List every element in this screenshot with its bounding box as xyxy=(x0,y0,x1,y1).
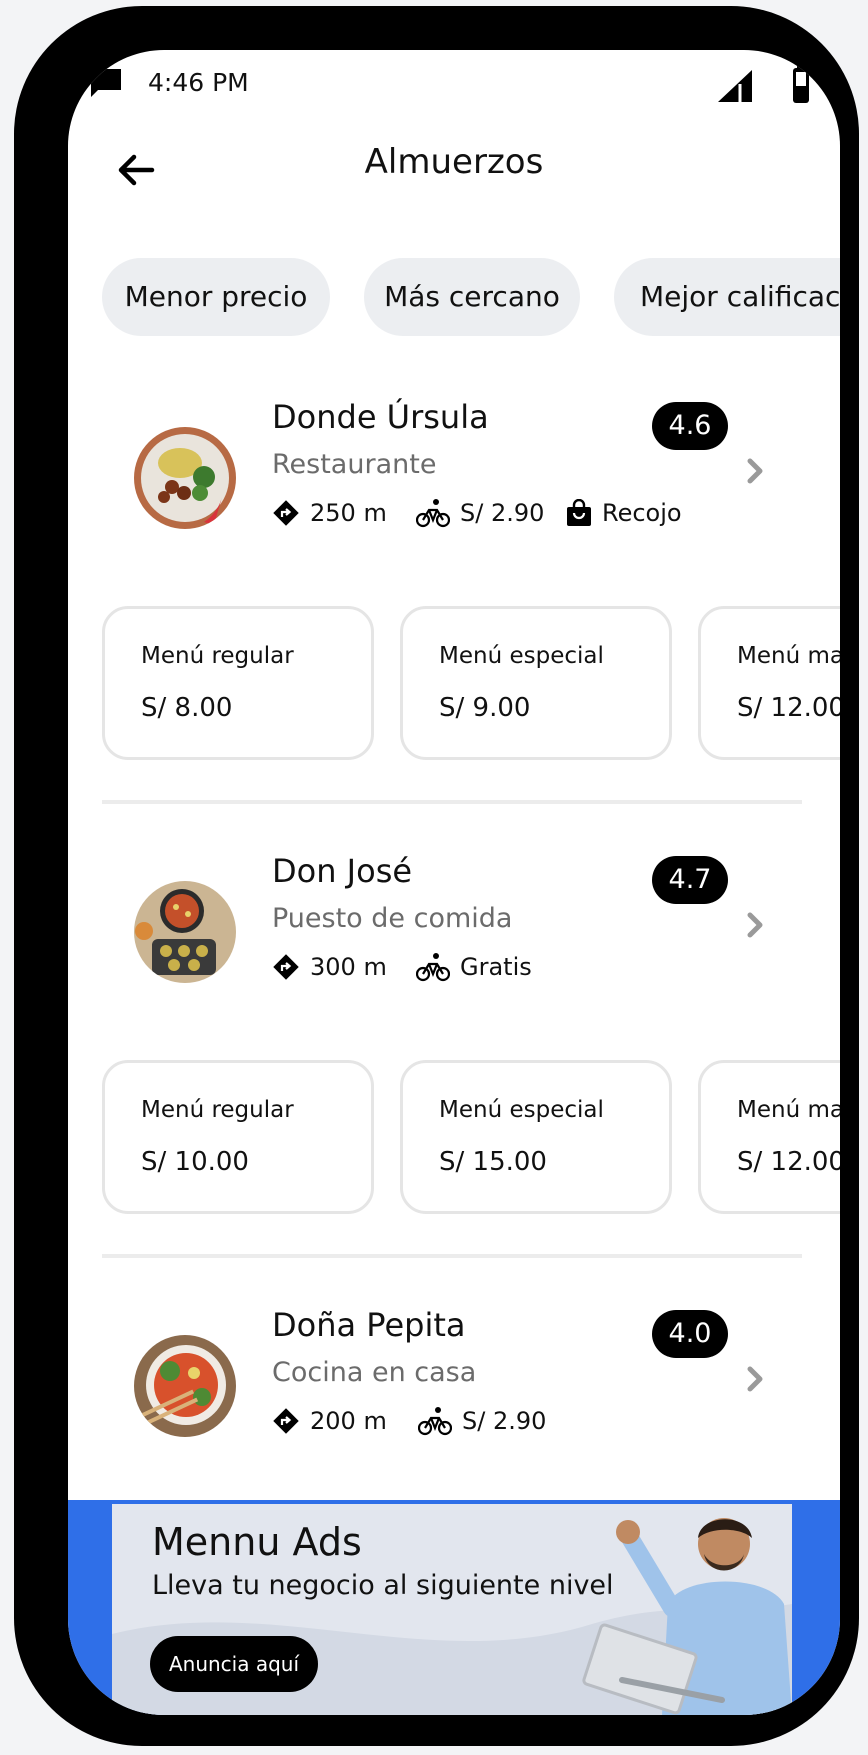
page-title: Almuerzos xyxy=(364,142,544,182)
filter-chip-best-rated[interactable]: Mejor calificación xyxy=(614,258,840,336)
pickup-value: Recojo xyxy=(602,499,682,527)
battery-icon xyxy=(793,64,809,103)
distance-value: 300 m xyxy=(310,953,387,981)
menu-name: Menú marino xyxy=(737,1097,840,1123)
bicycle-icon xyxy=(416,953,450,982)
delivery-value: S/ 2.90 xyxy=(460,499,545,527)
menu-card[interactable]: Menú marino S/ 12.00 xyxy=(698,606,840,760)
ad-subtitle: Lleva tu negocio al siguiente nivel xyxy=(152,1570,614,1601)
restaurant-card[interactable]: Doña Pepita Cocina en casa 4.0 200 m S/ … xyxy=(68,1280,840,1440)
menu-price: S/ 9.00 xyxy=(439,693,531,723)
filter-chips: Menor precio Más cercano Mejor calificac… xyxy=(102,258,840,338)
ad-banner[interactable]: Mennu Ads Lleva tu negocio al siguiente … xyxy=(68,1500,840,1715)
directions-icon xyxy=(273,1408,299,1434)
chevron-right-icon[interactable] xyxy=(744,456,766,486)
distance-info: 250 m xyxy=(272,498,387,528)
menu-card[interactable]: Menú marino S/ 12.00 xyxy=(698,1060,840,1214)
menu-price: S/ 8.00 xyxy=(141,693,233,723)
bicycle-icon xyxy=(416,499,450,528)
status-time: 4:46 PM xyxy=(148,68,249,97)
menu-name: Menú especial xyxy=(439,1097,604,1123)
delivery-info: S/ 2.90 xyxy=(416,498,544,528)
delivery-value: Gratis xyxy=(460,953,532,981)
directions-icon xyxy=(273,954,299,980)
chevron-right-icon[interactable] xyxy=(744,1364,766,1394)
divider xyxy=(102,800,802,804)
pickup-info: Recojo xyxy=(566,498,682,528)
filter-chip-lowest-price[interactable]: Menor precio xyxy=(102,258,330,336)
divider xyxy=(102,1254,802,1258)
menu-carousel: Menú regular S/ 8.00 Menú especial S/ 9.… xyxy=(102,606,840,766)
distance-info: 200 m xyxy=(272,1406,387,1436)
ad-title: Mennu Ads xyxy=(152,1520,362,1564)
restaurant-type: Cocina en casa xyxy=(272,1357,477,1388)
menu-price: S/ 10.00 xyxy=(141,1147,249,1177)
delivery-info: Gratis xyxy=(416,952,532,982)
restaurant-photo xyxy=(134,1335,236,1437)
distance-value: 250 m xyxy=(310,499,387,527)
ad-person-image xyxy=(582,1518,792,1715)
restaurant-type: Puesto de comida xyxy=(272,903,513,934)
restaurant-type: Restaurante xyxy=(272,449,437,480)
restaurant-name: Doña Pepita xyxy=(272,1306,466,1344)
restaurant-photo xyxy=(134,427,236,529)
menu-name: Menú especial xyxy=(439,643,604,669)
restaurant-photo xyxy=(134,881,236,983)
rating-badge: 4.0 xyxy=(652,1310,728,1358)
menu-card[interactable]: Menú regular S/ 10.00 xyxy=(102,1060,374,1214)
menu-name: Menú regular xyxy=(141,643,294,669)
app-screen: 4:46 PM Almuerzos Menor precio Más cerca… xyxy=(68,50,840,1715)
bicycle-icon xyxy=(418,1407,452,1436)
rating-badge: 4.6 xyxy=(652,402,728,450)
signal-icon xyxy=(718,70,752,102)
delivery-value: S/ 2.90 xyxy=(462,1407,547,1435)
shopping-bag-icon xyxy=(567,499,591,526)
restaurant-name: Donde Úrsula xyxy=(272,398,489,436)
directions-icon xyxy=(273,500,299,526)
menu-carousel: Menú regular S/ 10.00 Menú especial S/ 1… xyxy=(102,1060,840,1220)
distance-value: 200 m xyxy=(310,1407,387,1435)
ad-cta-button[interactable]: Anuncia aquí xyxy=(150,1636,318,1692)
filter-chip-nearest[interactable]: Más cercano xyxy=(364,258,580,336)
chevron-right-icon[interactable] xyxy=(744,910,766,940)
menu-card[interactable]: Menú especial S/ 15.00 xyxy=(400,1060,672,1214)
ad-banner-content: Mennu Ads Lleva tu negocio al siguiente … xyxy=(112,1504,792,1715)
distance-info: 300 m xyxy=(272,952,387,982)
menu-price: S/ 12.00 xyxy=(737,1147,840,1177)
restaurant-card[interactable]: Don José Puesto de comida 4.7 300 m Grat… xyxy=(68,826,840,986)
menu-name: Menú regular xyxy=(141,1097,294,1123)
message-icon xyxy=(91,69,121,97)
restaurant-card[interactable]: Donde Úrsula Restaurante 4.6 250 m S/ 2.… xyxy=(68,372,840,532)
restaurant-name: Don José xyxy=(272,852,413,890)
menu-name: Menú marino xyxy=(737,643,840,669)
menu-price: S/ 12.00 xyxy=(737,693,840,723)
menu-price: S/ 15.00 xyxy=(439,1147,547,1177)
phone-frame: 4:46 PM Almuerzos Menor precio Más cerca… xyxy=(14,6,859,1746)
delivery-info: S/ 2.90 xyxy=(418,1406,546,1436)
menu-card[interactable]: Menú especial S/ 9.00 xyxy=(400,606,672,760)
menu-card[interactable]: Menú regular S/ 8.00 xyxy=(102,606,374,760)
rating-badge: 4.7 xyxy=(652,856,728,904)
status-bar: 4:46 PM xyxy=(68,50,840,120)
